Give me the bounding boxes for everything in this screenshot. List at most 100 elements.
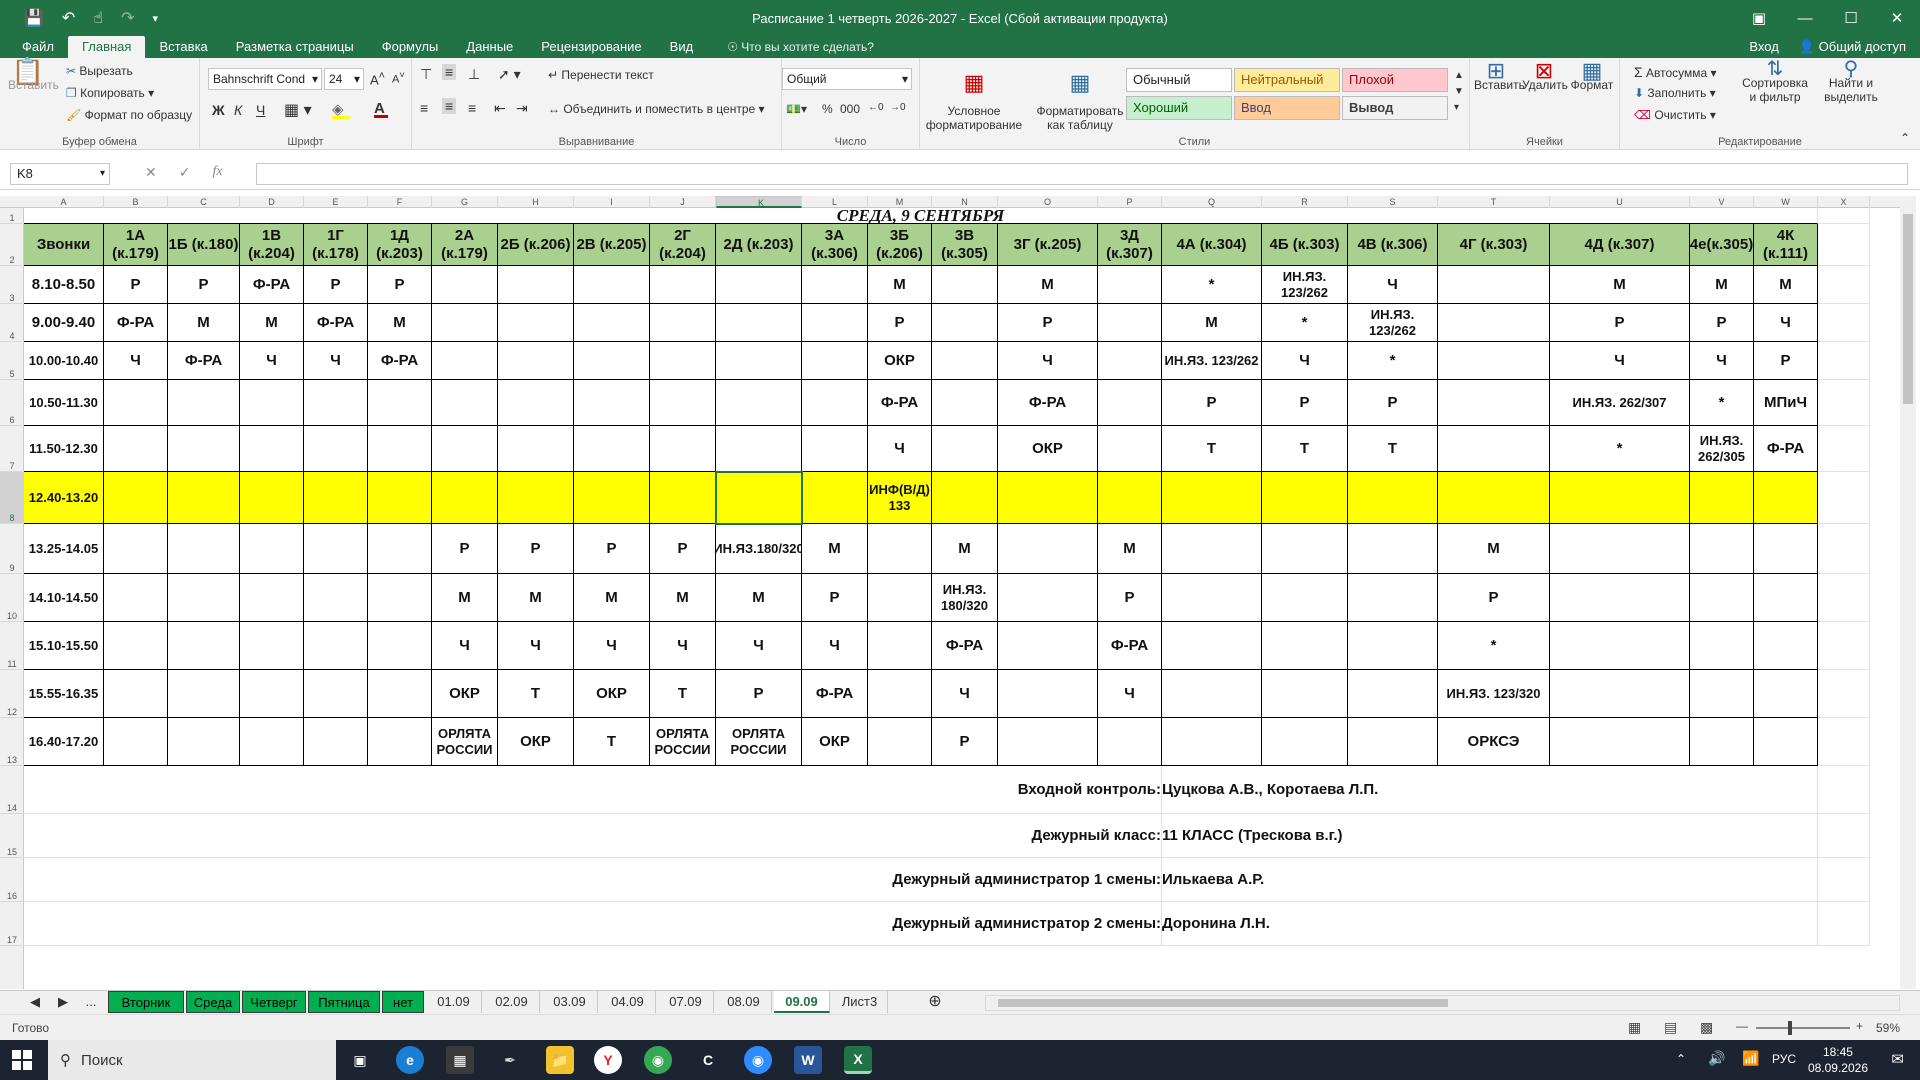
bell-time-cell[interactable]: 13.25-14.05 [24,524,104,574]
lesson-cell[interactable]: М [1098,524,1162,574]
lesson-cell[interactable]: * [1690,380,1754,426]
lesson-cell[interactable] [368,380,432,426]
edge-icon[interactable]: e [396,1046,424,1074]
lesson-cell[interactable]: Ф-РА [1754,426,1818,472]
cell-empty[interactable] [1818,622,1870,670]
align-top-icon[interactable]: ⊤ [420,66,432,83]
column-header-u[interactable]: U [1550,196,1690,208]
lesson-cell[interactable] [1550,718,1690,766]
lesson-cell[interactable]: Р [868,304,932,342]
lesson-cell[interactable] [1438,266,1550,304]
lesson-cell[interactable]: ОРЛЯТА РОССИИ [650,718,716,766]
lesson-cell[interactable] [574,266,650,304]
lesson-cell[interactable]: Ф-РА [168,342,240,380]
cell-empty[interactable] [1818,304,1870,342]
lesson-cell[interactable] [368,524,432,574]
row-header-7[interactable]: 7 [0,426,24,472]
sheet-tab[interactable]: 02.09 [484,991,540,1013]
lesson-cell[interactable] [1690,718,1754,766]
lesson-cell[interactable] [1438,472,1550,524]
style-normal[interactable]: Обычный [1126,68,1232,92]
prev-sheet-icon[interactable]: ◀ [26,991,44,1013]
touch-mode-icon[interactable]: ☝ [93,8,103,28]
lesson-cell[interactable] [1348,472,1438,524]
lesson-cell[interactable] [574,304,650,342]
page-layout-view-icon[interactable]: ▤ [1664,1019,1677,1036]
zoom-in-icon[interactable]: + [1856,1019,1863,1033]
lesson-cell[interactable] [716,426,802,472]
lesson-cell[interactable]: Р [1262,380,1348,426]
lesson-cell[interactable] [240,380,304,426]
align-right-icon[interactable]: ≡ [468,100,476,116]
lesson-cell[interactable] [802,426,868,472]
lesson-cell[interactable] [1348,524,1438,574]
column-heading[interactable]: 3Г (к.205) [998,224,1098,266]
lesson-cell[interactable] [304,574,368,622]
lesson-cell[interactable] [998,718,1098,766]
lesson-cell[interactable] [498,380,574,426]
lesson-cell[interactable] [1550,622,1690,670]
lesson-cell[interactable]: Т [574,718,650,766]
scroll-thumb[interactable] [1903,214,1913,404]
lesson-cell[interactable] [168,670,240,718]
lesson-cell[interactable]: Ч [1348,266,1438,304]
column-header-v[interactable]: V [1690,196,1754,208]
lesson-cell[interactable] [304,426,368,472]
sheet-tab[interactable]: нет [382,991,424,1013]
lesson-cell[interactable] [802,304,868,342]
name-box[interactable]: K8 ▾ [10,163,110,185]
lesson-cell[interactable] [1098,718,1162,766]
lesson-cell[interactable] [998,670,1098,718]
row-header-11[interactable]: 11 [0,622,24,670]
lesson-cell[interactable]: Р [1162,380,1262,426]
column-header-d[interactable]: D [240,196,304,208]
lesson-cell[interactable]: Ч [240,342,304,380]
footer-value[interactable]: Илькаева А.Р. [1162,858,1818,902]
align-left-icon[interactable]: ≡ [420,100,428,116]
lesson-cell[interactable] [998,622,1098,670]
sheet-tab[interactable]: 07.09 [658,991,714,1013]
style-good[interactable]: Хороший [1126,96,1232,120]
lesson-cell[interactable] [1690,670,1754,718]
calculator-icon[interactable]: ▦ [446,1046,474,1074]
merge-center-button[interactable]: ↔ Объединить и поместить в центре ▾ [548,102,765,116]
sheet-tab[interactable]: 04.09 [600,991,656,1013]
lesson-cell[interactable] [1098,342,1162,380]
lesson-cell[interactable]: ОКР [998,426,1098,472]
lesson-cell[interactable] [1262,622,1348,670]
bell-time-cell[interactable]: 9.00-9.40 [24,304,104,342]
lesson-cell[interactable] [650,426,716,472]
row-header-5[interactable]: 5 [0,342,24,380]
row-header-12[interactable]: 12 [0,670,24,718]
currency-icon[interactable]: 💵▾ [786,102,807,116]
lesson-cell[interactable]: * [1262,304,1348,342]
zoom-slider-knob[interactable] [1788,1021,1792,1035]
column-heading[interactable]: 4А (к.304) [1162,224,1262,266]
zoom-level[interactable]: 59% [1876,1021,1900,1035]
insert-cells-button[interactable]: ⊞ Вставить [1474,60,1525,93]
lesson-cell[interactable]: М [1690,266,1754,304]
lesson-cell[interactable]: * [1162,266,1262,304]
lesson-cell[interactable] [1550,670,1690,718]
bell-time-cell[interactable]: 10.00-10.40 [24,342,104,380]
column-heading[interactable]: 4Б (к.303) [1262,224,1348,266]
lesson-cell[interactable] [1690,472,1754,524]
lesson-cell[interactable]: Р [1098,574,1162,622]
clear-button[interactable]: ⌫ Очистить ▾ [1634,108,1716,122]
lesson-cell[interactable] [716,380,802,426]
lesson-cell[interactable]: ИН.ЯЗ. 262/305 [1690,426,1754,472]
column-heading[interactable]: 1В (к.204) [240,224,304,266]
lesson-cell[interactable] [168,524,240,574]
lesson-cell[interactable] [1162,574,1262,622]
column-header-e[interactable]: E [304,196,368,208]
row-header-16[interactable]: 16 [0,858,24,902]
delete-cells-button[interactable]: ⊠ Удалить [1522,60,1568,93]
zoom-app-icon[interactable]: ◉ [744,1046,772,1074]
lesson-cell[interactable] [932,342,998,380]
customize-qat-icon[interactable]: ▾ [152,12,158,25]
redo-icon[interactable]: ↷ [121,8,134,28]
lesson-cell[interactable]: Т [1348,426,1438,472]
column-heading[interactable]: 4е(к.305) [1690,224,1754,266]
lesson-cell[interactable] [1690,524,1754,574]
lesson-cell[interactable]: ИН.ЯЗ.180/320 [716,524,802,574]
